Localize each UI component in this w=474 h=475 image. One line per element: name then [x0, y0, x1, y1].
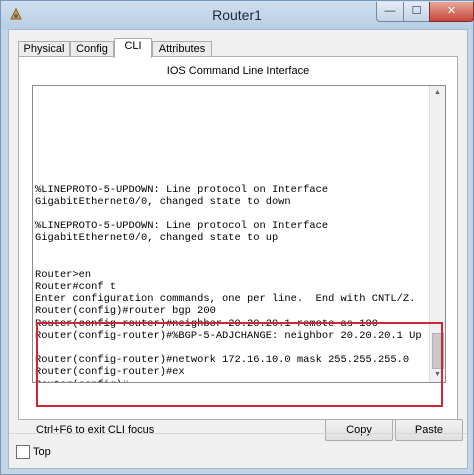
terminal-output[interactable]: %LINEPROTO-5-UPDOWN: Line protocol on In…	[35, 86, 430, 383]
title-bar[interactable]: Router1 — ☐ ✕	[1, 1, 474, 29]
terminal-line: %LINEPROTO-5-UPDOWN: Line protocol on In…	[35, 183, 329, 196]
paste-button[interactable]: Paste	[395, 419, 463, 441]
terminal-line: %LINEPROTO-5-UPDOWN: Line protocol on In…	[35, 220, 329, 233]
minimize-button[interactable]: —	[376, 2, 404, 22]
terminal-line: Enter configuration commands, one per li…	[35, 293, 416, 306]
tab-config[interactable]: Config	[70, 41, 114, 57]
top-label: Top	[33, 446, 51, 458]
tab-cli[interactable]: CLI	[114, 38, 152, 58]
scroll-down-icon[interactable]: ▼	[430, 368, 445, 382]
terminal-line: Router(config-router)#network 172.16.10.…	[35, 354, 410, 367]
terminal-line: Router(config)#	[35, 379, 430, 383]
terminal-line: GigabitEthernet0/0, changed state to dow…	[35, 195, 291, 208]
terminal-line: GigabitEthernet0/0, changed state to up	[35, 232, 279, 245]
router-window: Router1 — ☐ ✕ Physical Config CLI Attrib…	[0, 0, 474, 475]
cli-panel: IOS Command Line Interface %LINEPROTO-5-…	[18, 56, 463, 441]
terminal-line: Router(config-router)#ex	[35, 366, 185, 379]
scroll-up-icon[interactable]: ▲	[430, 86, 445, 100]
close-button[interactable]: ✕	[429, 2, 474, 22]
client-area: Physical Config CLI Attributes IOS Comma…	[8, 29, 468, 469]
tab-physical[interactable]: Physical	[18, 41, 70, 57]
divider	[9, 433, 467, 434]
cli-focus-hint: Ctrl+F6 to exit CLI focus	[36, 424, 155, 436]
tab-attributes[interactable]: Attributes	[152, 41, 212, 57]
terminal-line: Router>en	[35, 268, 92, 281]
terminal-line: Router#conf t	[35, 281, 117, 293]
panel-header: IOS Command Line Interface	[166, 65, 310, 77]
top-checkbox[interactable]	[16, 445, 30, 459]
terminal-scrollbar[interactable]: ▲ ▼	[429, 86, 445, 382]
maximize-button[interactable]: ☐	[403, 2, 430, 22]
terminal-line: Router(config-router)#%BGP-5-ADJCHANGE: …	[35, 329, 422, 342]
copy-button[interactable]: Copy	[325, 419, 393, 441]
terminal-line: Router(config)#router bgp 200	[35, 305, 216, 318]
cli-terminal[interactable]: %LINEPROTO-5-UPDOWN: Line protocol on In…	[32, 85, 446, 383]
scroll-thumb[interactable]	[432, 333, 444, 369]
terminal-line: Router(config-router)#neighbor 20.20.20.…	[35, 317, 378, 330]
